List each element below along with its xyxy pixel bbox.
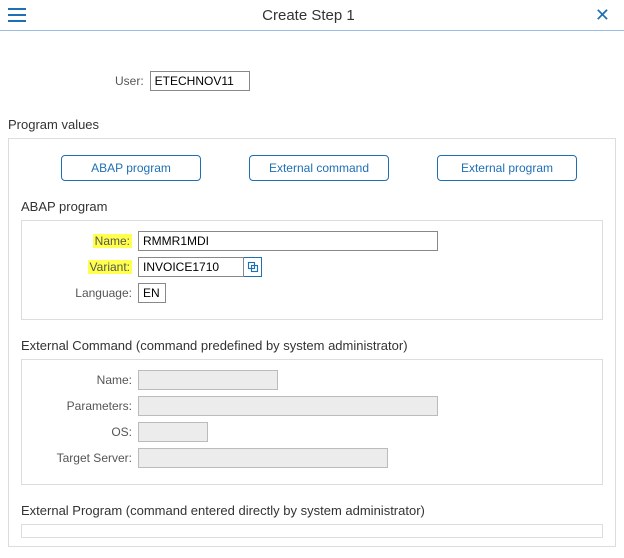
extcmd-os-label: OS: [22,425,132,439]
abap-program-button[interactable]: ABAP program [61,155,201,181]
close-icon[interactable]: ✕ [591,6,614,24]
abap-name-label: Name: [22,234,132,248]
external-program-heading: External Program (command entered direct… [21,503,603,524]
abap-language-field[interactable] [138,283,166,303]
abap-program-heading: ABAP program [21,199,603,220]
external-command-section: External Command (command predefined by … [21,338,603,485]
external-program-section: External Program (command entered direct… [21,503,603,538]
program-values-panel: ABAP program External command External p… [8,138,616,547]
external-program-panel [21,524,603,538]
value-help-icon[interactable] [244,257,262,277]
extcmd-target-field [138,448,388,468]
abap-name-field[interactable] [138,231,438,251]
program-type-buttons: ABAP program External command External p… [21,151,603,193]
external-command-button[interactable]: External command [249,155,389,181]
program-values-heading: Program values [0,117,624,138]
menu-icon[interactable] [8,8,26,22]
extcmd-parameters-field [138,396,438,416]
user-label: User: [115,74,144,88]
extcmd-name-label: Name: [22,373,132,387]
abap-program-section: ABAP program Name: Variant: [21,199,603,320]
extcmd-target-label: Target Server: [22,451,132,465]
external-command-panel: Name: Parameters: OS: Target Server: [21,359,603,485]
external-program-button[interactable]: External program [437,155,577,181]
user-field[interactable] [150,71,250,91]
extcmd-name-field [138,370,278,390]
header-bar: Create Step 1 ✕ [0,0,624,31]
external-command-heading: External Command (command predefined by … [21,338,603,359]
extcmd-parameters-label: Parameters: [22,399,132,413]
extcmd-os-field [138,422,208,442]
page-title: Create Step 1 [262,7,355,24]
abap-language-label: Language: [22,286,132,300]
user-row: User: [115,71,624,91]
abap-program-panel: Name: Variant: Language: [21,220,603,320]
abap-variant-label: Variant: [22,260,132,274]
abap-variant-field[interactable] [138,257,244,277]
